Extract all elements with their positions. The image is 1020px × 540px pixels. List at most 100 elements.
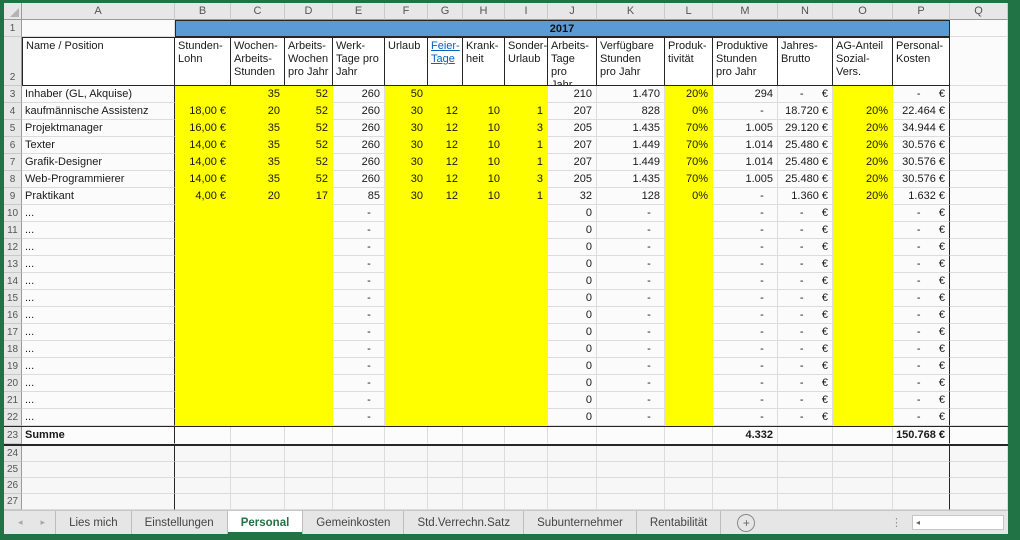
cell-D15[interactable] <box>285 290 333 307</box>
cell-B16[interactable] <box>175 307 231 324</box>
cell-I20[interactable] <box>505 375 548 392</box>
cell-D10[interactable] <box>285 205 333 222</box>
cell-P24[interactable] <box>893 446 950 462</box>
cell-F11[interactable] <box>385 222 428 239</box>
cell-M9[interactable]: - <box>713 188 778 205</box>
cell-G10[interactable] <box>428 205 463 222</box>
cell-N6[interactable]: 25.480 € <box>778 137 833 154</box>
cell-A3[interactable]: Inhaber (GL, Akquise) <box>22 86 175 103</box>
cell-O24[interactable] <box>833 446 893 462</box>
column-header-N[interactable]: N <box>778 3 833 20</box>
cell-K12[interactable]: - <box>597 239 665 256</box>
cell-O6[interactable]: 20% <box>833 137 893 154</box>
cell-J23[interactable] <box>548 427 597 444</box>
cell-G5[interactable]: 12 <box>428 120 463 137</box>
row-header-27[interactable]: 27 <box>4 494 22 510</box>
cell-O12[interactable] <box>833 239 893 256</box>
cell-E5[interactable]: 260 <box>333 120 385 137</box>
cell-J8[interactable]: 205 <box>548 171 597 188</box>
scroll-left-icon[interactable]: ◂ <box>913 518 920 527</box>
cell-M14[interactable]: - <box>713 273 778 290</box>
cell-H3[interactable] <box>463 86 505 103</box>
cell-C13[interactable] <box>231 256 285 273</box>
cell-G8[interactable]: 12 <box>428 171 463 188</box>
cell-K17[interactable]: - <box>597 324 665 341</box>
cell-B23[interactable] <box>175 427 231 444</box>
next-sheet-arrow-icon[interactable]: ▸ <box>41 517 46 528</box>
row-header-1[interactable]: 1 <box>4 20 22 37</box>
cell-B4[interactable]: 18,00 € <box>175 103 231 120</box>
cell-L5[interactable]: 70% <box>665 120 713 137</box>
cell-J19[interactable]: 0 <box>548 358 597 375</box>
cell-I5[interactable]: 3 <box>505 120 548 137</box>
cell-H24[interactable] <box>463 446 505 462</box>
cell-C19[interactable] <box>231 358 285 375</box>
cell-L27[interactable] <box>665 494 713 510</box>
cell-F13[interactable] <box>385 256 428 273</box>
cell-B14[interactable] <box>175 273 231 290</box>
cell-N14[interactable]: - € <box>778 273 833 290</box>
cell-Q23[interactable] <box>950 427 1008 444</box>
cell-L8[interactable]: 70% <box>665 171 713 188</box>
cell-L6[interactable]: 70% <box>665 137 713 154</box>
cell-L25[interactable] <box>665 462 713 478</box>
cell-K5[interactable]: 1.435 <box>597 120 665 137</box>
cell-F3[interactable]: 50 <box>385 86 428 103</box>
cell-B9[interactable]: 4,00 € <box>175 188 231 205</box>
cell-L11[interactable] <box>665 222 713 239</box>
cell-E10[interactable]: - <box>333 205 385 222</box>
cell-J11[interactable]: 0 <box>548 222 597 239</box>
cell-Q4[interactable] <box>950 103 1008 120</box>
cell-Q12[interactable] <box>950 239 1008 256</box>
cell-I18[interactable] <box>505 341 548 358</box>
header-cell-C2[interactable]: Wochen- Arbeits- Stunden <box>231 37 285 86</box>
cell-I14[interactable] <box>505 273 548 290</box>
row-header-8[interactable]: 8 <box>4 171 22 188</box>
column-header-F[interactable]: F <box>385 3 428 20</box>
cell-A20[interactable]: ... <box>22 375 175 392</box>
header-cell-O2[interactable]: AG-Anteil Sozial- Vers. <box>833 37 893 86</box>
cell-H4[interactable]: 10 <box>463 103 505 120</box>
row-header-18[interactable]: 18 <box>4 341 22 358</box>
cell-N13[interactable]: - € <box>778 256 833 273</box>
cell-N27[interactable] <box>778 494 833 510</box>
header-cell-N2[interactable]: Jahres- Brutto <box>778 37 833 86</box>
cell-G13[interactable] <box>428 256 463 273</box>
cell-B26[interactable] <box>175 478 231 494</box>
cell-M19[interactable]: - <box>713 358 778 375</box>
cell-G25[interactable] <box>428 462 463 478</box>
cell-F12[interactable] <box>385 239 428 256</box>
cell-N10[interactable]: - € <box>778 205 833 222</box>
row-header-17[interactable]: 17 <box>4 324 22 341</box>
cell-H6[interactable]: 10 <box>463 137 505 154</box>
cell-J10[interactable]: 0 <box>548 205 597 222</box>
cell-P22[interactable]: - € <box>893 409 950 426</box>
cell-Q16[interactable] <box>950 307 1008 324</box>
cell-M22[interactable]: - <box>713 409 778 426</box>
row-header-15[interactable]: 15 <box>4 290 22 307</box>
cell-A8[interactable]: Web-Programmierer <box>22 171 175 188</box>
cell-A11[interactable]: ... <box>22 222 175 239</box>
cell-A5[interactable]: Projektmanager <box>22 120 175 137</box>
cell-M3[interactable]: 294 <box>713 86 778 103</box>
column-header-H[interactable]: H <box>463 3 505 20</box>
cell-H13[interactable] <box>463 256 505 273</box>
cell-P10[interactable]: - € <box>893 205 950 222</box>
cell-E4[interactable]: 260 <box>333 103 385 120</box>
cell-I7[interactable]: 1 <box>505 154 548 171</box>
row-header-24[interactable]: 24 <box>4 446 22 462</box>
cell-N25[interactable] <box>778 462 833 478</box>
column-header-A[interactable]: A <box>22 3 175 20</box>
cell-I24[interactable] <box>505 446 548 462</box>
cell-C12[interactable] <box>231 239 285 256</box>
tabbar-overflow-dots-icon[interactable]: ⋮ <box>891 516 902 529</box>
cell-Q10[interactable] <box>950 205 1008 222</box>
cell-B18[interactable] <box>175 341 231 358</box>
cell-Q14[interactable] <box>950 273 1008 290</box>
cell-K18[interactable]: - <box>597 341 665 358</box>
cell-I16[interactable] <box>505 307 548 324</box>
row-header-10[interactable]: 10 <box>4 205 22 222</box>
cell-K4[interactable]: 828 <box>597 103 665 120</box>
cell-J21[interactable]: 0 <box>548 392 597 409</box>
cell-F15[interactable] <box>385 290 428 307</box>
